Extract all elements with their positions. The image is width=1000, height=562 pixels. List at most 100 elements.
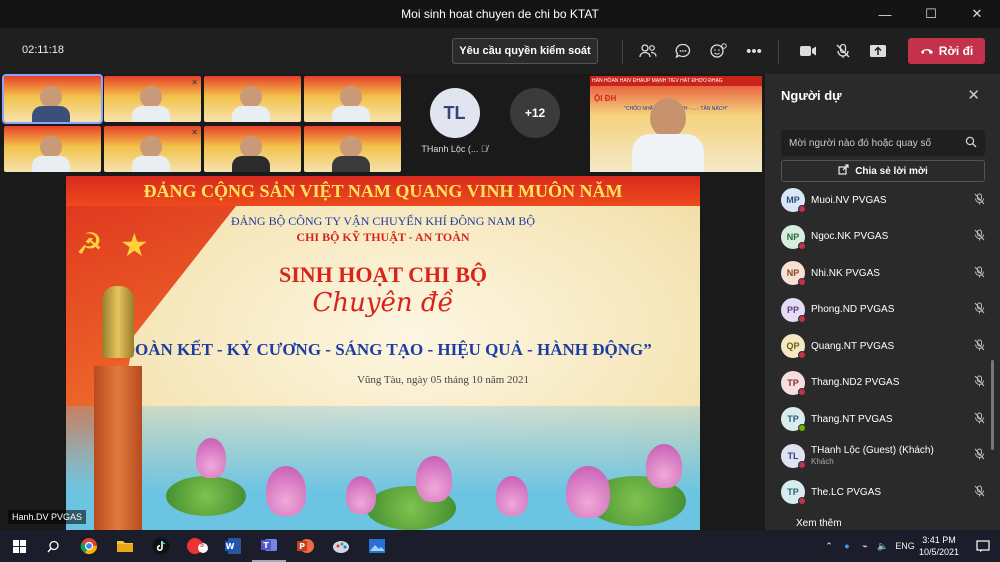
lotus-flower (266, 466, 306, 516)
scrollbar[interactable] (991, 360, 994, 450)
participant-row[interactable]: MP Muoi.NV PVGAS (781, 182, 987, 219)
chevron-up-icon[interactable]: ⌃ (820, 541, 838, 552)
participant-video-tile[interactable] (304, 76, 401, 122)
avatar: TL (781, 443, 806, 469)
overflow-participants-button[interactable]: +12 (510, 88, 560, 138)
panel-title: Người dự (781, 88, 842, 103)
notification-app-icon[interactable]: 5 (180, 530, 214, 562)
participant-row[interactable]: TL THanh Lộc (Guest) (Khách) Khách (781, 438, 987, 475)
window-titlebar: Moi sinh hoat chuyen de chi bo KTAT — ☐ … (0, 0, 1000, 28)
file-explorer-icon[interactable] (108, 530, 142, 562)
lotus-flower (566, 466, 610, 518)
participant-name: Muoi.NV PVGAS (811, 194, 887, 206)
participant-name-block: Nhi.NK PVGAS (811, 268, 971, 279)
participant-name: THanh Lộc (Guest) (Khách) (811, 445, 934, 457)
mic-muted-icon[interactable] (971, 485, 987, 500)
participant-row[interactable]: TP Thang.ND2 PVGAS (781, 365, 987, 402)
close-icon[interactable]: ✕ (954, 0, 1000, 28)
share-screen-icon[interactable] (864, 38, 892, 64)
participant-name-block: Ngoc.NK PVGAS (811, 231, 971, 242)
mic-muted-icon[interactable] (971, 302, 987, 317)
invite-search-input[interactable]: Mời người nào đó hoặc quay số (781, 130, 985, 156)
statue-pedestal (94, 366, 142, 530)
window-title: Moi sinh hoat chuyen de chi bo KTAT (401, 7, 599, 21)
network-icon[interactable]: ⌁ (856, 541, 874, 552)
mic-muted-icon[interactable] (971, 266, 987, 281)
participants-panel: Người dự ✕ Mời người nào đó hoặc quay số… (765, 74, 1000, 530)
onedrive-icon[interactable]: ● (838, 541, 856, 551)
active-speaker-video[interactable]: HÀN HÒAN HAIV ĐHẠUP MẠNH TIEV HÀT ĐHỢO Đ… (590, 76, 762, 172)
see-more-link[interactable]: Xem thêm (796, 518, 842, 529)
notifications-icon[interactable] (968, 530, 998, 562)
search-placeholder: Mời người nào đó hoặc quay số (789, 137, 932, 149)
toolbar-divider (778, 40, 779, 64)
lotus-flower (196, 438, 226, 478)
participant-video-tile[interactable] (304, 126, 401, 172)
participant-name: Phong.ND PVGAS (811, 304, 895, 316)
language-indicator[interactable]: ENG (892, 541, 918, 551)
mic-muted-icon[interactable] (971, 193, 987, 208)
participants-icon[interactable] (634, 38, 662, 64)
chrome-icon[interactable] (72, 530, 106, 562)
participant-avatar-tile[interactable]: TL THanh Lộc (... 🎙̸ (412, 78, 497, 170)
lotus-flower (346, 476, 376, 514)
avatar-initials: TP (787, 487, 799, 498)
mic-muted-icon[interactable] (971, 375, 987, 390)
mic-muted-icon[interactable] (971, 339, 987, 354)
presence-status-icon (798, 278, 806, 287)
avatar-initials: QP (786, 341, 800, 352)
word-icon[interactable]: W (216, 530, 250, 562)
speaker-face (650, 98, 686, 138)
participant-row[interactable]: TP Thang.NT PVGAS (781, 401, 987, 438)
slide-title: SINH HOẠT CHI BỘ (278, 262, 488, 287)
teams-icon[interactable]: T (252, 530, 286, 562)
volume-icon[interactable]: 🔈 (874, 541, 892, 552)
mic-muted-icon[interactable] (971, 412, 987, 427)
tiktok-icon[interactable] (144, 530, 178, 562)
participant-row[interactable]: TP The.LC PVGAS (781, 474, 987, 511)
mic-muted-icon: ✕ (191, 78, 198, 87)
photos-icon[interactable] (360, 530, 394, 562)
presence-status-icon (798, 314, 806, 323)
paint-icon[interactable] (324, 530, 358, 562)
speaker-body (632, 134, 704, 172)
toolbar-divider (622, 40, 623, 64)
mic-muted-icon[interactable] (971, 229, 987, 244)
lotus-flower (496, 476, 528, 516)
mic-muted-icon[interactable] (971, 448, 987, 463)
participant-row[interactable]: NP Nhi.NK PVGAS (781, 255, 987, 292)
presence-status-icon (798, 387, 806, 396)
participant-video-tile[interactable]: ✕ (104, 126, 201, 172)
participant-video-tile[interactable] (204, 126, 301, 172)
participant-row[interactable]: PP Phong.ND PVGAS (781, 292, 987, 329)
search-icon[interactable] (36, 530, 70, 562)
avatar: PP (781, 297, 806, 323)
request-control-button[interactable]: Yêu cầu quyền kiểm soát (452, 38, 598, 64)
svg-text:P: P (299, 542, 305, 551)
lotus-leaf (166, 476, 246, 516)
participant-video-tile[interactable] (2, 74, 103, 124)
participant-video-tile[interactable] (4, 126, 101, 172)
leave-button[interactable]: Rời đi (908, 38, 985, 64)
avatar-initials: MP (786, 195, 800, 206)
windows-start-icon[interactable] (2, 530, 36, 562)
mic-muted-icon[interactable] (829, 38, 857, 64)
participant-name: Quang.NT PVGAS (811, 340, 895, 352)
chat-icon[interactable] (669, 38, 697, 64)
avatar: QP (781, 334, 806, 360)
share-invite-button[interactable]: Chia sẻ lời mời (781, 160, 985, 182)
maximize-icon[interactable]: ☐ (908, 0, 954, 28)
reactions-icon[interactable] (704, 38, 732, 64)
powerpoint-icon[interactable]: P (288, 530, 322, 562)
window-controls: — ☐ ✕ (862, 0, 1000, 28)
participant-video-tile[interactable]: ✕ (104, 76, 201, 122)
more-actions-icon[interactable]: ••• (740, 38, 768, 64)
camera-icon[interactable] (794, 38, 822, 64)
system-clock[interactable]: 3:41 PM 10/5/2021 (916, 534, 962, 558)
participant-row[interactable]: QP Quang.NT PVGAS (781, 328, 987, 365)
minimize-icon[interactable]: — (862, 0, 908, 28)
svg-text:W: W (226, 542, 235, 551)
participant-row[interactable]: NP Ngoc.NK PVGAS (781, 219, 987, 256)
participant-video-tile[interactable] (204, 76, 301, 122)
close-icon[interactable]: ✕ (967, 86, 980, 104)
